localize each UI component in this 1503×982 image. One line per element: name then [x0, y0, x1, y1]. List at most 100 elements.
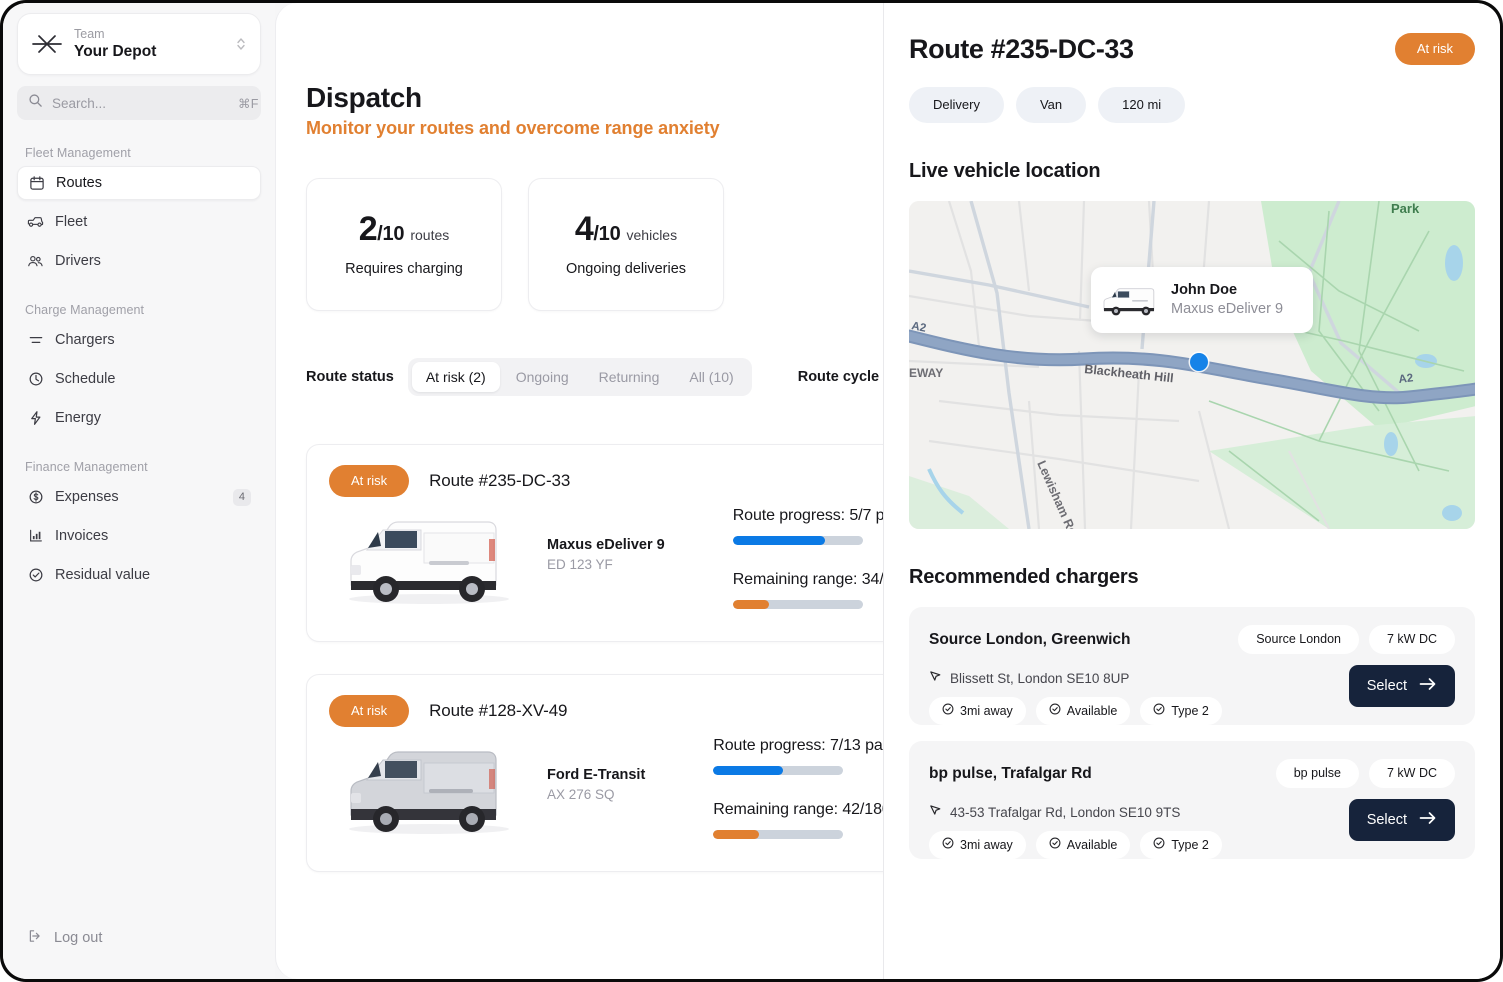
sidebar-item-label: Invoices	[55, 528, 109, 544]
route-status-tabs: At risk (2) Ongoing Returning All (10)	[407, 358, 752, 396]
charger-badge-connector: Type 2	[1140, 697, 1222, 725]
map-label-park: Park	[1391, 201, 1420, 216]
route-card[interactable]: At risk Route #128-XV-49 Ford E-Transit …	[306, 674, 883, 872]
stat-number: 4	[574, 210, 594, 248]
sliders-icon	[27, 332, 44, 349]
select-button-label: Select	[1366, 678, 1407, 694]
nav-group-fleet: Fleet Management Routes Fleet Drivers	[17, 146, 261, 278]
route-progress-text: Route progress: 7/13 packages	[713, 737, 883, 754]
sidebar-item-energy[interactable]: Energy	[17, 401, 261, 435]
charger-list: Source London, Greenwich Source London 7…	[909, 607, 1475, 859]
tab-returning[interactable]: Returning	[585, 362, 674, 392]
sidebar-item-residual-value[interactable]: Residual value	[17, 558, 261, 592]
stat-unit: routes	[410, 227, 450, 243]
chip-van: Van	[1015, 87, 1087, 123]
live-map[interactable]: A2 EWAY Blackheath Hill A2 Lewisham Rd P…	[909, 201, 1475, 529]
nav-group-title-finance: Finance Management	[25, 460, 148, 474]
clock-icon	[27, 371, 44, 388]
badge-label: Available	[1066, 837, 1118, 852]
charger-badge-distance: 3mi away	[929, 697, 1026, 725]
stat-number: 2	[358, 210, 378, 248]
charger-address: 43-53 Trafalgar Rd, London SE10 9TS	[950, 804, 1181, 820]
van-icon	[27, 214, 44, 231]
logout-icon	[27, 928, 43, 948]
sidebar-item-label: Expenses	[55, 489, 119, 505]
charger-badge-connector: Type 2	[1140, 831, 1222, 859]
route-status-label: Route status	[306, 369, 394, 385]
route-progress-bar	[732, 536, 863, 545]
tab-all[interactable]: All (10)	[675, 362, 747, 392]
sidebar-nav: Fleet Management Routes Fleet Drivers Ch…	[17, 146, 261, 597]
search-box[interactable]: ⌘F	[17, 86, 261, 120]
select-charger-button[interactable]: Select	[1348, 665, 1455, 707]
sidebar-item-label: Energy	[55, 410, 101, 426]
sidebar-item-label: Fleet	[55, 214, 88, 230]
stat-unit: vehicles	[626, 227, 678, 243]
route-cycle-label: Route cycle	[797, 369, 880, 385]
charger-network-tag: bp pulse	[1275, 759, 1359, 788]
vehicle-name: Maxus eDeliver 9	[547, 537, 665, 553]
tab-at-risk[interactable]: At risk (2)	[411, 362, 500, 392]
sidebar-item-expenses[interactable]: Expenses 4	[17, 480, 261, 514]
remaining-range-block: Remaining range: 34/120 mi	[732, 571, 883, 609]
sidebar-item-invoices[interactable]: Invoices	[17, 519, 261, 553]
charger-network-tag: Source London	[1238, 625, 1359, 654]
sidebar-item-label: Schedule	[55, 371, 116, 387]
remaining-range-bar	[713, 830, 844, 839]
calendar-icon	[28, 175, 45, 192]
tooltip-driver-name: John Doe	[1171, 282, 1238, 298]
badge-label: 3mi away	[960, 703, 1013, 718]
arrow-right-icon	[1419, 811, 1437, 829]
search-icon	[28, 93, 43, 113]
sidebar: Team Your Depot ⌘F Fleet Management	[3, 3, 275, 979]
tab-ongoing[interactable]: Ongoing	[502, 362, 583, 392]
sidebar-item-drivers[interactable]: Drivers	[17, 244, 261, 278]
nav-group-title-charge: Charge Management	[25, 303, 145, 317]
select-charger-button[interactable]: Select	[1348, 799, 1455, 841]
location-pin-icon	[929, 669, 942, 687]
vehicle-plate: AX 276 SQ	[547, 787, 615, 802]
stat-card-ongoing-deliveries: 4 /10 vehicles Ongoing deliveries	[528, 178, 724, 311]
route-card[interactable]: At risk Route #235-DC-33 Maxus eDeliver …	[306, 444, 883, 642]
brand-logo-icon	[30, 27, 64, 61]
vehicle-name: Ford E-Transit	[547, 767, 646, 783]
charger-card[interactable]: Source London, Greenwich Source London 7…	[909, 607, 1475, 725]
nav-group-title-fleet: Fleet Management	[25, 146, 131, 160]
expenses-count-badge: 4	[232, 488, 251, 506]
route-progress-bar	[713, 766, 844, 775]
charger-card[interactable]: bp pulse, Trafalgar Rd bp pulse 7 kW DC …	[909, 741, 1475, 859]
logout-button[interactable]: Log out	[17, 923, 112, 953]
badge-label: Type 2	[1171, 837, 1209, 852]
remaining-range-text: Remaining range: 34/120 mi	[732, 571, 883, 588]
sidebar-item-chargers[interactable]: Chargers	[17, 323, 261, 357]
stat-denominator: /10	[377, 223, 405, 245]
charger-name: bp pulse, Trafalgar Rd	[929, 764, 1092, 782]
sidebar-item-fleet[interactable]: Fleet	[17, 205, 261, 239]
route-progress-block: Route progress: 5/7 packages	[732, 507, 883, 545]
check-circle-icon	[1153, 703, 1165, 719]
sidebar-item-label: Routes	[56, 175, 102, 191]
sidebar-item-label: Residual value	[55, 567, 151, 583]
stat-label: Requires charging	[345, 261, 463, 277]
app-window: Team Your Depot ⌘F Fleet Management	[3, 3, 1500, 979]
chevron-up-down-icon[interactable]	[234, 34, 248, 54]
route-progress-block: Route progress: 7/13 packages	[713, 737, 883, 775]
route-detail-panel: Route #235-DC-33 At risk Delivery Van 12…	[883, 3, 1500, 979]
vehicle-image-silver-van	[329, 729, 529, 841]
sidebar-item-routes[interactable]: Routes	[17, 166, 261, 200]
device-frame: Team Your Depot ⌘F Fleet Management	[0, 0, 1503, 982]
sidebar-item-schedule[interactable]: Schedule	[17, 362, 261, 396]
team-name: Your Depot	[74, 43, 157, 60]
stat-denominator: /10	[593, 223, 621, 245]
logout-label: Log out	[54, 930, 103, 946]
arrow-right-icon	[1419, 677, 1437, 695]
search-input[interactable]	[52, 95, 229, 111]
check-circle-icon	[942, 703, 954, 719]
vehicle-location-marker[interactable]	[1190, 353, 1208, 371]
charger-name: Source London, Greenwich	[929, 630, 1131, 648]
team-switcher[interactable]: Team Your Depot	[17, 13, 261, 75]
charger-power-tag: 7 kW DC	[1369, 759, 1455, 788]
check-circle-icon	[1049, 837, 1061, 853]
vehicle-tooltip[interactable]: John Doe Maxus eDeliver 9	[1091, 267, 1313, 333]
live-location-title: Live vehicle location	[909, 160, 1101, 182]
